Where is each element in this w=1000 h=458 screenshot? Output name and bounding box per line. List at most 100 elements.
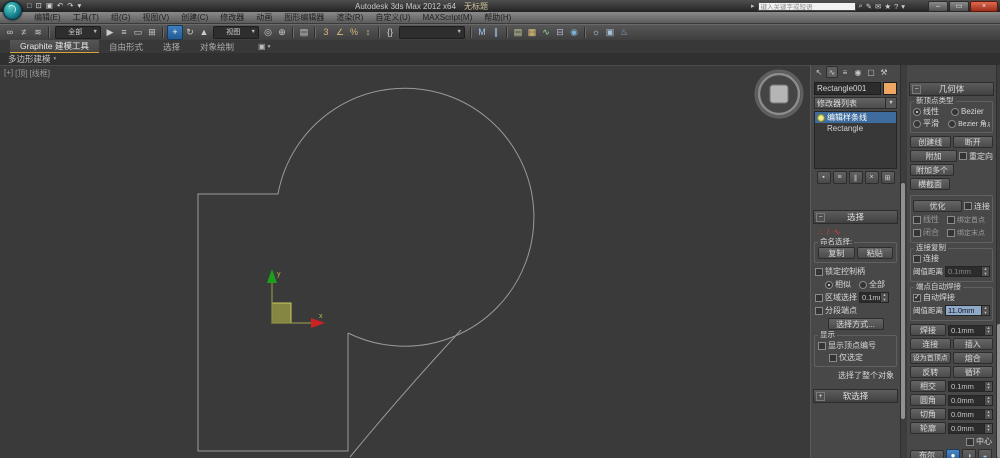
boolean-union-icon[interactable]: ● (946, 449, 960, 458)
render-setup-icon[interactable]: ☼ ▼ (589, 26, 603, 39)
tab-hierarchy[interactable]: ≡ (839, 66, 851, 78)
select-and-rotate-icon[interactable]: ↻ ▼ (183, 26, 197, 39)
area-selection-spinner[interactable]: 0.1mm ▴▾ (859, 292, 889, 303)
modifier-visibility-bulb-icon[interactable] (817, 114, 825, 122)
menu-item[interactable]: 图形编辑器 (278, 12, 330, 23)
outline-center-checkbox[interactable] (966, 438, 974, 446)
cross-insert-button[interactable]: 相交 (910, 380, 946, 392)
vertex-sublevel-icon[interactable]: ∴ (817, 227, 823, 237)
vertex-type-linear-radio[interactable] (913, 108, 921, 116)
chamfer-button[interactable]: 切角 (910, 408, 946, 420)
polygon-modeling-panel-label[interactable]: 多边形建模 (8, 53, 51, 65)
toolbar-separator[interactable]: ▼ (162, 27, 164, 38)
window-crossing-toggle-icon[interactable]: ⊞ ▼ (145, 26, 159, 39)
schematic-view-icon[interactable]: ⊟ ▼ (553, 26, 567, 39)
spinner-arrows[interactable]: ▴▾ (984, 382, 992, 391)
panel-flyout-caret-icon[interactable]: ▾ (54, 56, 57, 62)
object-color-swatch[interactable] (883, 82, 897, 95)
auto-weld-threshold-spinner[interactable]: 11.0mm ▴▾ (945, 305, 990, 316)
spinner-arrows[interactable]: ▴▾ (984, 410, 992, 419)
all-radio[interactable] (859, 281, 867, 289)
restore-button[interactable]: ▭ (949, 1, 969, 12)
paste-named-selection-button[interactable]: 粘贴 (857, 247, 894, 259)
tab-utilities[interactable]: ⚒ (878, 66, 890, 78)
spinner-snap-icon[interactable]: ↕ ▼ (361, 26, 375, 39)
attach-button[interactable]: 附加 (910, 150, 957, 162)
curve-editor-icon[interactable]: ∿ ▼ (539, 26, 553, 39)
auto-weld-checkbox[interactable]: ✓ (913, 294, 921, 302)
cycle-button[interactable]: 循环 (953, 366, 994, 378)
expand-icon[interactable]: + (816, 392, 825, 401)
closed-checkbox[interactable] (913, 229, 921, 237)
area-selection-checkbox[interactable] (815, 294, 823, 302)
ribbon-tab[interactable]: 对象绘制 (190, 40, 244, 53)
layer-manager-icon[interactable]: ▤ ▼ (511, 26, 525, 39)
menu-item[interactable]: 创建(C) (175, 12, 214, 23)
boolean-intersection-icon[interactable]: ◒ (978, 449, 992, 458)
fillet-button[interactable]: 圆角 (910, 394, 946, 406)
help-caret-icon[interactable]: ▾ (901, 2, 905, 11)
spinner-arrows[interactable]: ▴▾ (880, 293, 888, 302)
viewcube[interactable] (756, 71, 802, 117)
application-button[interactable] (3, 1, 22, 20)
ribbon-tab[interactable]: 自由形式 (99, 40, 153, 53)
redo-icon[interactable]: ↷ (67, 1, 73, 11)
material-editor-icon[interactable]: ◉ ▼ (567, 26, 581, 39)
menu-item[interactable]: 修改器 (214, 12, 250, 23)
modifier-stack[interactable]: 编辑样条线 Rectangle (814, 111, 897, 169)
menu-item[interactable]: MAXScript(M) (416, 13, 478, 22)
new-scene-icon[interactable]: □ (27, 1, 32, 11)
unlink-selection-icon[interactable]: ≠ ▼ (17, 26, 31, 39)
toolbar-separator[interactable]: ▼ (48, 27, 50, 38)
connect-copy-checkbox[interactable] (913, 255, 921, 263)
make-first-button[interactable]: 设为首顶点 (910, 352, 951, 364)
vertex-type-smooth-radio[interactable] (913, 120, 921, 128)
select-and-manipulate-icon[interactable]: ⊕ ▼ (275, 26, 289, 39)
angle-snap-icon[interactable]: ∠ ▼ (333, 26, 347, 39)
infocenter-toggle-icon[interactable]: ▸ (751, 2, 755, 10)
help-icon[interactable]: ? (894, 2, 898, 11)
selection-rollout-header[interactable]: − 选择 (813, 210, 898, 224)
chamfer-spinner[interactable]: 0.0mm ▴▾ (948, 409, 993, 420)
alike-radio[interactable] (825, 281, 833, 289)
remove-modifier-icon[interactable]: × (865, 171, 879, 184)
menu-item[interactable]: 视图(V) (136, 12, 175, 23)
bind-last-checkbox[interactable] (947, 229, 955, 237)
open-file-icon[interactable]: ⊡ (36, 1, 42, 11)
tab-create[interactable]: ↖ (813, 66, 825, 78)
ribbon-options-caret-icon[interactable]: ▾ (268, 44, 271, 50)
viewport-menu-shading[interactable]: [线框] (30, 68, 50, 79)
attach-multiple-button[interactable]: 附加多个 (910, 164, 954, 176)
toolbar-separator[interactable]: ▼ (470, 27, 472, 38)
undo-icon[interactable]: ↶ (57, 1, 63, 11)
tab-motion[interactable]: ◉ (852, 66, 864, 78)
geometry-rollout-header[interactable]: − 几何体 (909, 82, 994, 96)
menu-item[interactable]: 渲染(R) (330, 12, 369, 23)
close-button[interactable]: × (970, 1, 998, 12)
fillet-spinner[interactable]: 0.0mm ▴▾ (948, 395, 993, 406)
cross-insert-spinner[interactable]: 0.1mm ▴▾ (948, 381, 993, 392)
connect-copy-threshold-spinner[interactable]: 0.1mm ▴▾ (945, 266, 990, 277)
viewcube-top-face[interactable] (770, 85, 788, 103)
vertex-type-bezier-corner-radio[interactable] (948, 120, 956, 128)
infocenter-search-input[interactable]: 键入关键字或短语 (758, 2, 856, 11)
soft-selection-rollout-header[interactable]: + 软选择 (813, 389, 898, 403)
spinner-arrows[interactable]: ▴▾ (981, 267, 989, 276)
connect-button[interactable]: 连接 (910, 338, 951, 350)
spline-shape-tail[interactable] (350, 330, 461, 457)
select-by-name-icon[interactable]: ≡ ▼ (117, 26, 131, 39)
select-by-button[interactable]: 选择方式... (828, 318, 884, 330)
menu-item[interactable]: 组(G) (105, 12, 137, 23)
render-production-icon[interactable]: ♨ ▼ (617, 26, 631, 39)
lock-handles-checkbox[interactable] (815, 268, 823, 276)
named-selection-sets-dropdown[interactable]: ▼ (399, 26, 465, 39)
segment-sublevel-icon[interactable]: / (827, 227, 830, 237)
viewport-menu-general[interactable]: [+] (4, 68, 13, 79)
outline-spinner[interactable]: 0.0mm ▴▾ (948, 423, 993, 434)
bind-first-checkbox[interactable] (947, 216, 955, 224)
ribbon-tab[interactable]: 选择 (153, 40, 190, 53)
menu-item[interactable]: 工具(T) (67, 12, 105, 23)
modifier-list-dropdown[interactable]: 修改器列表 ▼ (814, 97, 897, 109)
refine-connect-checkbox[interactable] (964, 202, 972, 210)
spline-shape-outline[interactable] (198, 88, 534, 451)
